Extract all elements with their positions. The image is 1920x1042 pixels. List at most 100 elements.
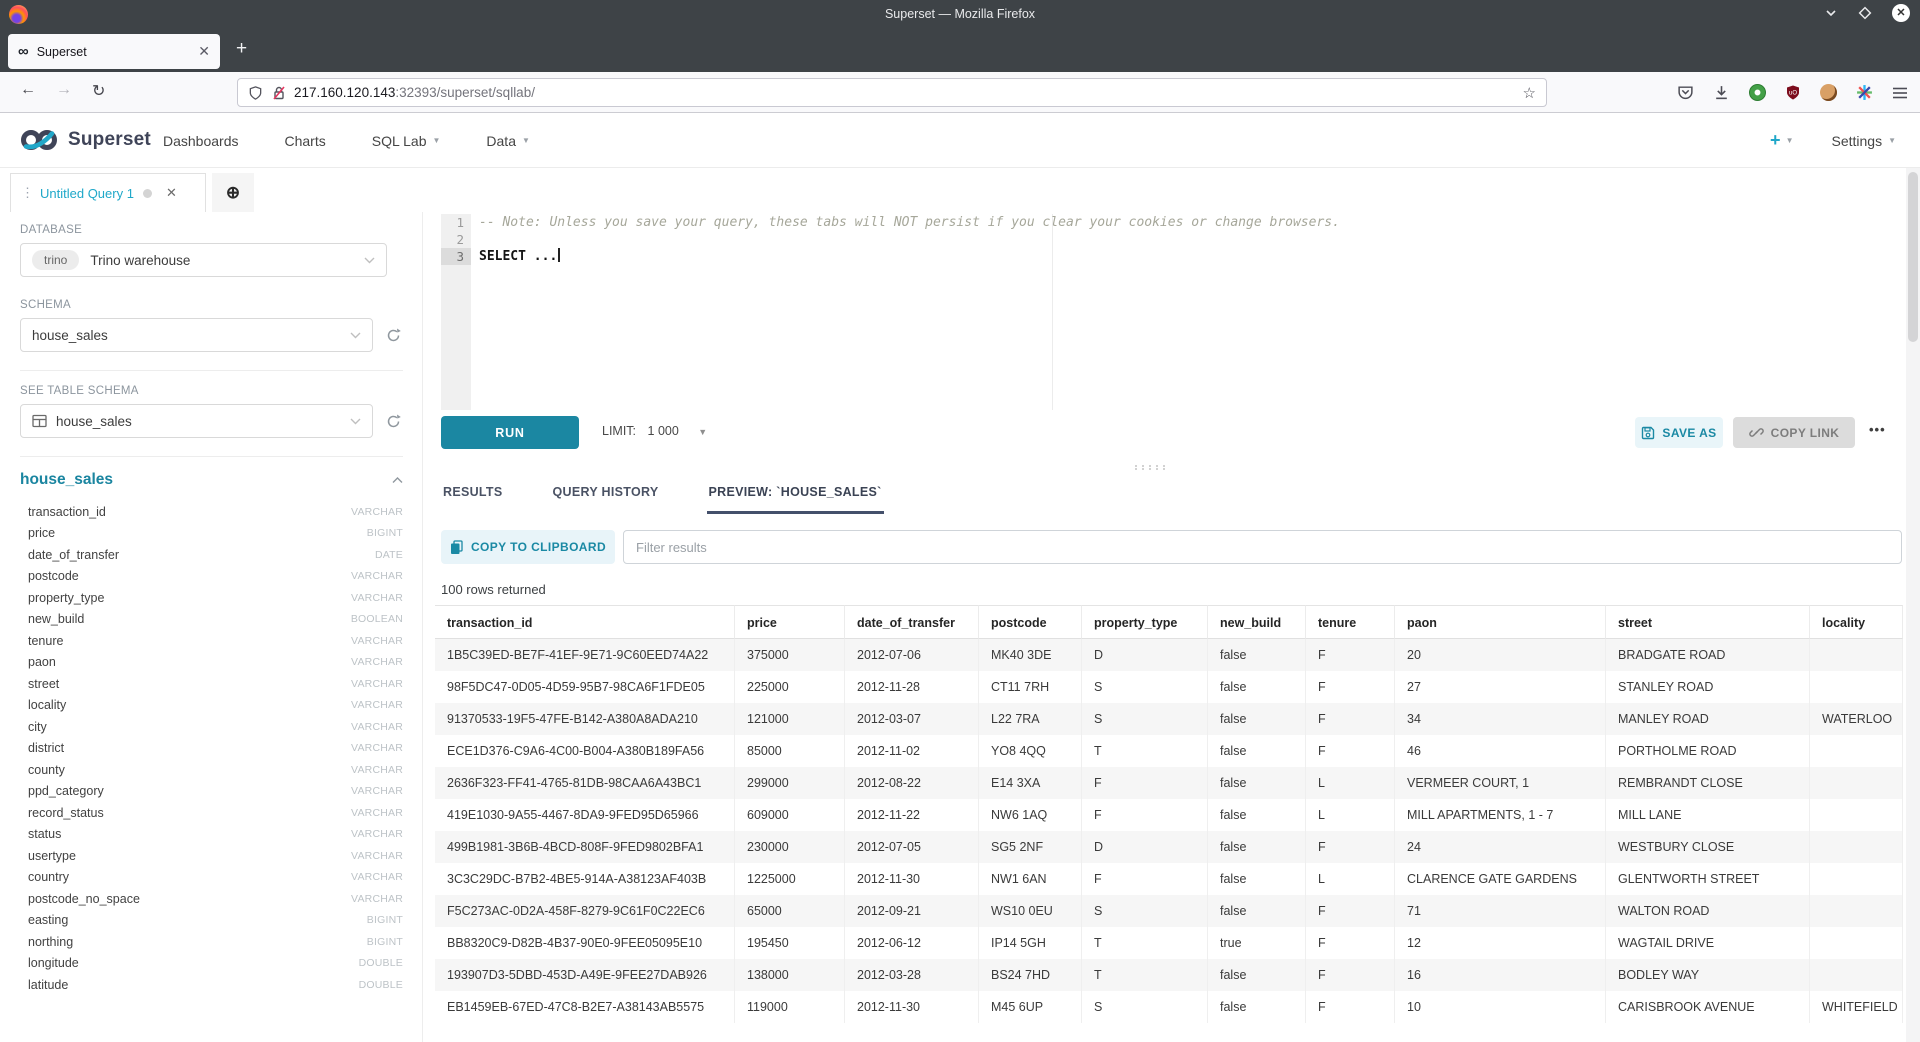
table-schema-heading[interactable]: house_sales xyxy=(20,471,113,489)
browser-tabstrip: ∞ Superset ✕ + xyxy=(0,30,1920,72)
table-cell xyxy=(1810,863,1903,895)
column-header[interactable]: price xyxy=(735,605,845,639)
table-cell: BS24 7HD xyxy=(979,959,1082,991)
line-number: 1 xyxy=(441,214,471,231)
table-value: house_sales xyxy=(56,414,132,429)
chevron-down-icon: ▼ xyxy=(432,136,440,145)
drag-handle-icon[interactable]: ⋮ xyxy=(21,185,33,201)
schema-column-row: ppd_category VARCHAR xyxy=(20,781,403,803)
column-header[interactable]: date_of_transfer xyxy=(845,605,979,639)
tab-close-icon[interactable]: ✕ xyxy=(198,43,210,60)
forward-icon[interactable]: → xyxy=(56,81,72,99)
table-cell: L xyxy=(1306,863,1395,895)
column-header[interactable]: new_build xyxy=(1208,605,1306,639)
menu-hamburger-icon[interactable] xyxy=(1892,86,1908,100)
schema-select[interactable]: house_sales xyxy=(20,318,373,352)
query-tab-label: Untitled Query 1 xyxy=(40,186,134,201)
nav-charts[interactable]: Charts xyxy=(285,133,326,149)
window-close-icon[interactable]: ✕ xyxy=(1892,4,1910,22)
tab-query-history[interactable]: QUERY HISTORY xyxy=(551,474,661,514)
new-tab-icon[interactable]: + xyxy=(236,38,247,60)
column-header[interactable]: paon xyxy=(1395,605,1606,639)
shield-icon[interactable] xyxy=(248,85,263,101)
table-cell: F xyxy=(1306,735,1395,767)
table-cell: 91370533-19F5-47FE-B142-A380A8ADA210 xyxy=(435,703,735,735)
add-query-tab-button[interactable]: ⊕ xyxy=(212,173,254,212)
nav-sql-lab[interactable]: SQL Lab▼ xyxy=(372,133,441,149)
schema-column-row: status VARCHAR xyxy=(20,824,403,846)
schema-column-row: easting BIGINT xyxy=(20,910,403,932)
column-type: VARCHAR xyxy=(351,742,403,754)
extension-privacy-icon[interactable] xyxy=(1749,84,1766,101)
schema-column-row: new_build BOOLEAN xyxy=(20,609,403,631)
sql-editor[interactable]: 1 2 3 -- Note: Unless you save your quer… xyxy=(441,214,1902,410)
see-table-schema-label: SEE TABLE SCHEMA xyxy=(20,385,402,397)
window-minimize-icon[interactable] xyxy=(1824,6,1838,20)
collapse-chevron-icon[interactable] xyxy=(392,477,403,484)
table-cell: F xyxy=(1306,671,1395,703)
database-select[interactable]: trino Trino warehouse xyxy=(20,243,387,277)
column-name: paon xyxy=(28,655,56,669)
nav-data[interactable]: Data▼ xyxy=(486,133,530,149)
column-header[interactable]: locality xyxy=(1810,605,1903,639)
table-cell: false xyxy=(1208,767,1306,799)
ublock-extension-icon[interactable]: uO xyxy=(1785,84,1801,101)
column-name: new_build xyxy=(28,612,84,626)
window-maximize-icon[interactable] xyxy=(1858,6,1872,20)
column-header[interactable]: property_type xyxy=(1082,605,1208,639)
table-cell: false xyxy=(1208,831,1306,863)
refresh-schema-icon[interactable] xyxy=(385,327,402,344)
schema-column-row: transaction_id VARCHAR xyxy=(20,501,403,523)
table-select[interactable]: house_sales xyxy=(20,404,373,438)
more-options-button[interactable]: ••• xyxy=(1869,422,1886,437)
table-cell: E14 3XA xyxy=(979,767,1082,799)
filter-results-input[interactable] xyxy=(623,530,1902,564)
schema-column-row: postcode VARCHAR xyxy=(20,566,403,588)
table-cell: 12 xyxy=(1395,927,1606,959)
pane-splitter[interactable] xyxy=(423,460,1920,474)
schema-column-row: street VARCHAR xyxy=(20,673,403,695)
multicolor-extension-icon[interactable] xyxy=(1856,84,1873,101)
limit-label: LIMIT: xyxy=(602,424,636,438)
back-icon[interactable]: ← xyxy=(20,81,36,99)
tab-preview-house-sales[interactable]: PREVIEW: `HOUSE_SALES` xyxy=(707,474,884,514)
splitter-grip-icon[interactable] xyxy=(1133,464,1167,471)
table-cell: REMBRANDT CLOSE xyxy=(1606,767,1810,799)
column-header[interactable]: transaction_id xyxy=(435,605,735,639)
reload-icon[interactable]: ↻ xyxy=(92,81,105,101)
schema-column-row: country VARCHAR xyxy=(20,867,403,889)
insecure-lock-icon[interactable] xyxy=(272,85,286,101)
downloads-icon[interactable] xyxy=(1713,84,1730,101)
run-button[interactable]: RUN xyxy=(441,416,579,449)
table-cell: 225000 xyxy=(735,671,845,703)
table-cell: 121000 xyxy=(735,703,845,735)
column-header[interactable]: street xyxy=(1606,605,1810,639)
link-icon xyxy=(1749,425,1764,440)
tab-results[interactable]: RESULTS xyxy=(441,474,505,514)
limit-dropdown[interactable]: LIMIT: 1 000 ▼ xyxy=(602,424,707,438)
query-tab-close-icon[interactable]: ✕ xyxy=(166,185,177,201)
column-header[interactable]: postcode xyxy=(979,605,1082,639)
copy-to-clipboard-button[interactable]: COPY TO CLIPBOARD xyxy=(441,530,615,564)
table-cell xyxy=(1810,735,1903,767)
save-as-button[interactable]: SAVE AS xyxy=(1635,417,1723,448)
svg-text:uO: uO xyxy=(1789,91,1797,97)
line-number-active: 3 xyxy=(441,248,471,265)
copy-link-button[interactable]: COPY LINK xyxy=(1733,417,1855,448)
url-bar[interactable]: 217.160.120.143:32393/superset/sqllab/ ☆ xyxy=(237,78,1547,107)
pocket-icon[interactable] xyxy=(1677,84,1694,101)
column-header[interactable]: tenure xyxy=(1306,605,1395,639)
bookmark-star-icon[interactable]: ☆ xyxy=(1523,84,1536,102)
settings-menu[interactable]: Settings▼ xyxy=(1831,133,1896,149)
table-cell: F xyxy=(1082,863,1208,895)
new-item-button[interactable]: +▼ xyxy=(1770,130,1793,151)
nav-dashboards[interactable]: Dashboards xyxy=(163,133,239,149)
table-cell: BRADGATE ROAD xyxy=(1606,639,1810,671)
query-tab-active[interactable]: ⋮ Untitled Query 1 ✕ xyxy=(10,173,206,212)
superset-brand[interactable]: Superset xyxy=(18,126,151,154)
scrollbar-thumb[interactable] xyxy=(1908,172,1918,342)
cookie-extension-icon[interactable] xyxy=(1820,84,1837,101)
refresh-table-icon[interactable] xyxy=(385,413,402,430)
browser-tab[interactable]: ∞ Superset ✕ xyxy=(8,34,220,69)
table-cell: F xyxy=(1306,895,1395,927)
